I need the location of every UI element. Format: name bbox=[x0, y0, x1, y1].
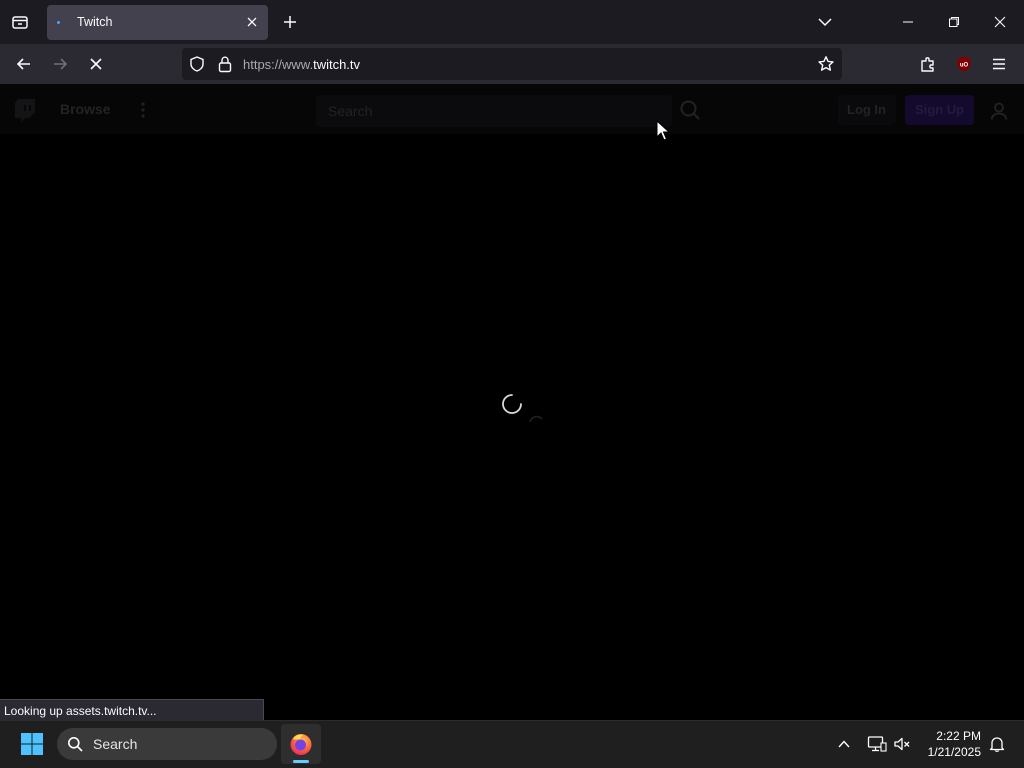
star-icon bbox=[818, 56, 834, 71]
display-icon[interactable] bbox=[867, 735, 887, 753]
tab-title: Twitch bbox=[77, 15, 113, 29]
list-all-tabs-button[interactable] bbox=[815, 12, 835, 32]
stop-icon bbox=[90, 58, 102, 70]
svg-text:uO: uO bbox=[960, 63, 969, 69]
search-icon bbox=[680, 100, 700, 120]
twitch-search-placeholder: Search bbox=[328, 103, 373, 119]
chevron-down-icon bbox=[818, 18, 832, 27]
app-menu-button[interactable] bbox=[990, 55, 1008, 73]
close-icon bbox=[247, 17, 257, 27]
ublock-icon: uO bbox=[957, 56, 971, 72]
extensions-button[interactable] bbox=[919, 55, 937, 73]
ublock-origin-button[interactable]: uO bbox=[955, 55, 973, 73]
forward-button[interactable] bbox=[48, 52, 72, 76]
signup-button-label: Sign Up bbox=[915, 102, 965, 117]
status-text: Looking up assets.twitch.tv... bbox=[4, 704, 157, 718]
firefox-icon bbox=[289, 732, 313, 756]
loading-spinner-icon bbox=[500, 392, 524, 416]
stop-loading-button[interactable] bbox=[84, 52, 108, 76]
bookmark-star-button[interactable] bbox=[817, 55, 835, 73]
clock-time[interactable]: 2:22 PM bbox=[920, 729, 981, 743]
mouse-cursor-icon bbox=[656, 120, 670, 142]
url-scheme: https://www. bbox=[243, 57, 314, 72]
firefox-view-icon bbox=[12, 16, 28, 29]
login-button-label: Log In bbox=[847, 102, 886, 117]
window-close-button[interactable] bbox=[990, 12, 1010, 32]
twitch-search-button[interactable] bbox=[676, 96, 704, 124]
search-icon bbox=[67, 736, 83, 752]
lock-icon[interactable] bbox=[217, 55, 233, 73]
url-host: twitch.tv bbox=[313, 57, 361, 72]
running-indicator bbox=[293, 760, 309, 763]
restore-button[interactable] bbox=[944, 12, 964, 32]
secondary-spinner-icon bbox=[528, 414, 546, 426]
tab-loading-icon bbox=[57, 21, 60, 24]
plus-icon bbox=[284, 16, 296, 28]
arrow-right-icon bbox=[54, 58, 68, 70]
twitch-logo-icon[interactable] bbox=[12, 97, 38, 123]
start-button[interactable] bbox=[20, 732, 44, 756]
chevron-up-icon[interactable] bbox=[836, 736, 852, 752]
firefox-view-button[interactable] bbox=[8, 10, 32, 34]
clock-date[interactable]: 1/21/2025 bbox=[920, 745, 981, 759]
new-tab-button[interactable] bbox=[280, 12, 300, 32]
tracking-protection-icon[interactable] bbox=[188, 55, 206, 73]
browse-link[interactable]: Browse bbox=[60, 101, 111, 117]
restore-icon bbox=[949, 17, 959, 27]
hamburger-menu-icon bbox=[993, 58, 1005, 70]
minimize-icon bbox=[903, 21, 913, 23]
arrow-left-icon bbox=[16, 58, 30, 70]
minimize-button[interactable] bbox=[898, 12, 918, 32]
user-menu-icon[interactable] bbox=[988, 100, 1010, 122]
url-text[interactable]: https://www.twitch.tv bbox=[243, 57, 360, 72]
taskbar-search-box[interactable] bbox=[57, 728, 277, 760]
notification-bell-icon[interactable] bbox=[988, 735, 1006, 753]
puzzle-icon bbox=[921, 57, 934, 72]
speaker-muted-icon[interactable] bbox=[893, 735, 911, 753]
taskbar-search-label: Search bbox=[93, 736, 138, 752]
more-options-icon[interactable] bbox=[137, 100, 149, 120]
tab-close-button[interactable] bbox=[244, 14, 260, 30]
close-icon bbox=[994, 16, 1006, 28]
windows-logo-icon bbox=[21, 733, 43, 755]
back-button[interactable] bbox=[12, 52, 36, 76]
